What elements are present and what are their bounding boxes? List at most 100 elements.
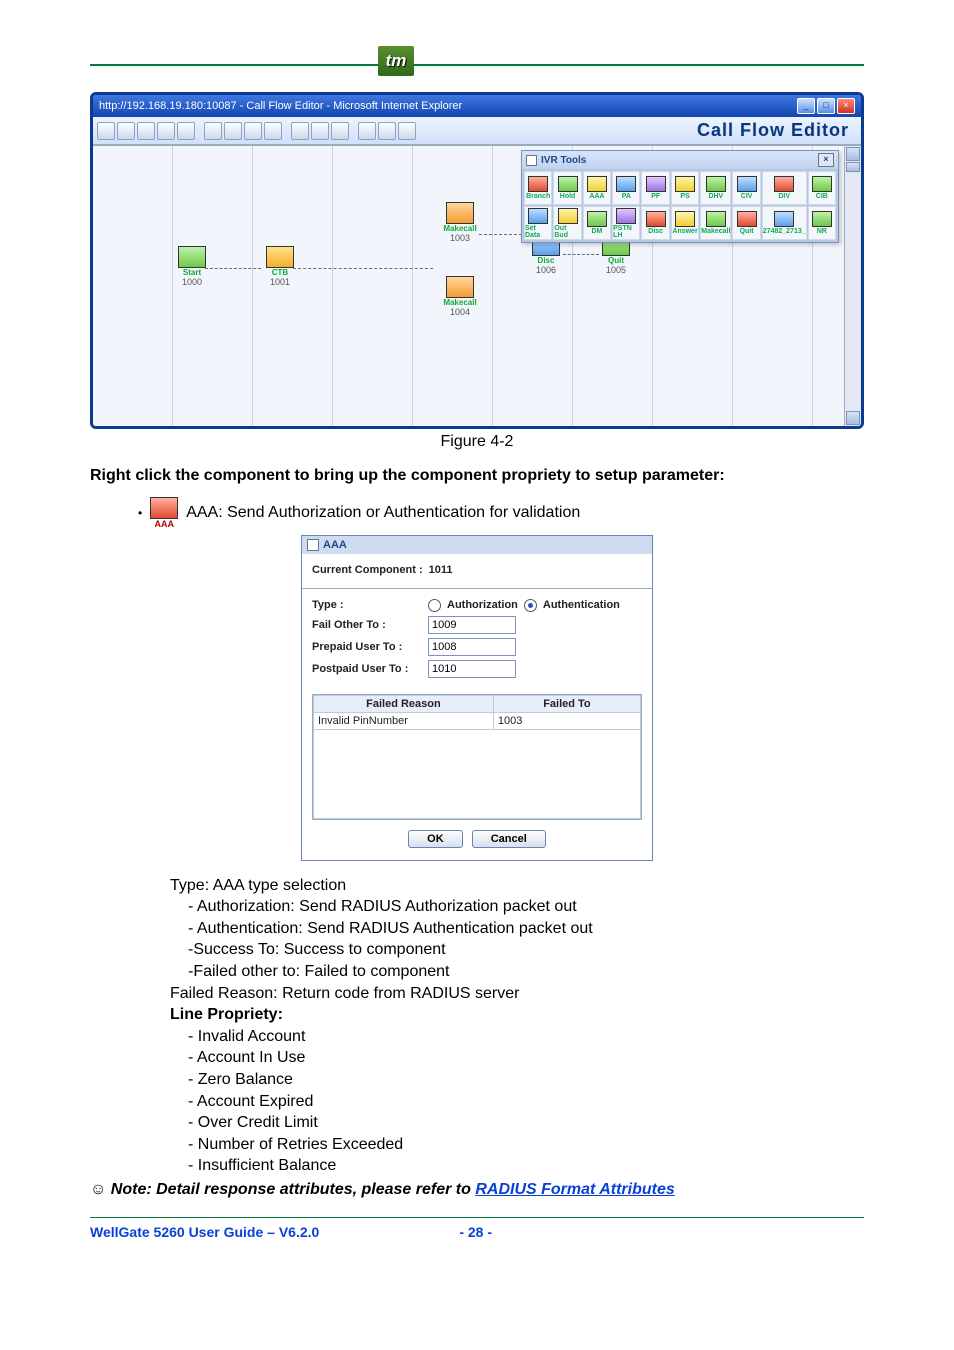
toolbar-build-icon[interactable] — [177, 122, 195, 140]
cancel-button[interactable]: Cancel — [472, 830, 546, 848]
palette-item-pstn-lh[interactable]: PSTN LH — [612, 206, 640, 240]
table-row[interactable]: Invalid PinNumber 1003 — [314, 712, 641, 729]
editor-app-title: Call Flow Editor — [697, 120, 857, 141]
header-rule — [90, 64, 864, 66]
toolbar-new-icon[interactable] — [97, 122, 115, 140]
node-makecall-2[interactable]: Makecall 1004 — [443, 276, 477, 317]
line-propriety-item: - Zero Balance — [188, 1069, 864, 1091]
current-component-label: Current Component : — [312, 564, 423, 576]
scrollbar-thumb[interactable] — [846, 162, 860, 172]
scrollbar-down-arrow-icon[interactable] — [846, 411, 860, 425]
node-label: CTB — [263, 268, 297, 277]
palette-item-set-data[interactable]: Set Data — [524, 206, 552, 240]
toolbar-edit-icon[interactable] — [157, 122, 175, 140]
prepaid-input[interactable] — [428, 638, 516, 656]
palette-item-nr[interactable]: NR — [808, 206, 836, 240]
window-max-button[interactable]: □ — [817, 98, 835, 114]
palette-item-label: Branch — [526, 193, 550, 200]
ivr-tools-palette[interactable]: IVR Tools × BranchHoldAAAPAPFPS DHV CIV DIV… — [521, 150, 839, 243]
palette-titlebar[interactable]: IVR Tools × — [522, 151, 838, 169]
toolbar-open-icon[interactable] — [117, 122, 135, 140]
cell-failed-to: 1003 — [493, 712, 640, 729]
palette-item-answer[interactable]: Answer — [671, 206, 699, 240]
node-id: 1001 — [263, 277, 297, 287]
palette-item-aaa[interactable]: AAA — [583, 171, 611, 205]
explain-reason: Failed Reason: Return code from RADIUS s… — [170, 983, 864, 1005]
toolbar-redo-icon[interactable] — [311, 122, 329, 140]
browser-title-text: http://192.168.19.180:10087 - Call Flow … — [99, 100, 462, 112]
dialog-sys-icon — [307, 539, 319, 551]
palette-item-icon — [528, 208, 548, 224]
palette-item-label: PSTN LH — [613, 225, 639, 239]
palette-item-branch[interactable]: Branch — [524, 171, 552, 205]
ctb-icon — [266, 246, 294, 268]
radio-authentication[interactable] — [524, 599, 537, 612]
palette-item-dhv[interactable]: DHV — [700, 171, 731, 205]
palette-item-dm[interactable]: DM — [583, 206, 611, 240]
fail-other-input[interactable] — [428, 616, 516, 634]
flow-wire — [563, 254, 599, 255]
palette-item-pa[interactable]: PA — [612, 171, 640, 205]
canvas-scrollbar[interactable] — [844, 146, 861, 426]
th-failed-reason: Failed Reason — [314, 695, 494, 712]
palette-item-makecall[interactable]: Makecall — [700, 206, 731, 240]
toolbar-save-icon[interactable] — [137, 122, 155, 140]
palette-item-icon — [737, 211, 757, 227]
radio-authorization[interactable] — [428, 599, 441, 612]
toolbar-find-icon[interactable] — [358, 122, 376, 140]
line-propriety-item: - Insufficient Balance — [188, 1155, 864, 1177]
palette-item-out-bud[interactable]: Out Bud — [553, 206, 581, 240]
toolbar-undo-icon[interactable] — [291, 122, 309, 140]
toolbar-zoom-icon[interactable] — [331, 122, 349, 140]
toolbar-run-icon[interactable] — [398, 122, 416, 140]
palette-item-label: 27482_2713_ — [763, 228, 806, 235]
footer-guide-title: WellGate 5260 User Guide – V6.2.0 — [90, 1224, 319, 1240]
palette-item-icon — [675, 176, 695, 192]
palette-close-button[interactable]: × — [818, 153, 834, 167]
palette-item-label: CIV — [741, 193, 753, 200]
node-id: 1000 — [175, 277, 209, 287]
node-makecall-1[interactable]: Makecall 1003 — [443, 202, 477, 243]
editor-canvas[interactable]: Start 1000 CTB 1001 Makecall 1003 Makeca… — [93, 145, 861, 426]
palette-item-pf[interactable]: PF — [641, 171, 669, 205]
palette-item-ps[interactable]: PS — [671, 171, 699, 205]
node-ctb[interactable]: CTB 1001 — [263, 246, 297, 287]
dialog-titlebar[interactable]: AAA — [302, 536, 652, 554]
palette-item-quit[interactable]: Quit — [732, 206, 760, 240]
toolbar-delete-icon[interactable] — [264, 122, 282, 140]
makecall-icon — [446, 202, 474, 224]
palette-item-icon — [774, 211, 794, 227]
toolbar-copy-icon[interactable] — [224, 122, 242, 140]
postpaid-input[interactable] — [428, 660, 516, 678]
palette-item-div[interactable]: DIV — [762, 171, 807, 205]
palette-item-icon — [558, 176, 578, 192]
toolbar-paste-icon[interactable] — [244, 122, 262, 140]
palette-item-hold[interactable]: Hold — [553, 171, 581, 205]
th-failed-to: Failed To — [493, 695, 640, 712]
postpaid-label: Postpaid User To : — [312, 663, 422, 675]
browser-window: http://192.168.19.180:10087 - Call Flow … — [90, 92, 864, 429]
palette-item-27482-2713-[interactable]: 27482_2713_ — [762, 206, 807, 240]
aaa-icon — [150, 497, 178, 519]
palette-item-cib[interactable]: CIB — [808, 171, 836, 205]
palette-item-icon — [558, 208, 578, 224]
bullet-dot-icon: • — [138, 506, 142, 520]
palette-item-icon — [587, 176, 607, 192]
node-start[interactable]: Start 1000 — [175, 246, 209, 287]
window-close-button[interactable]: × — [837, 98, 855, 114]
ok-button[interactable]: OK — [408, 830, 463, 848]
node-label: Quit — [599, 256, 633, 265]
flow-wire — [479, 234, 527, 235]
palette-item-label: Quit — [740, 228, 754, 235]
scrollbar-up-arrow-icon[interactable] — [846, 147, 860, 161]
toolbar-grid-icon[interactable] — [378, 122, 396, 140]
palette-item-civ[interactable]: CIV — [732, 171, 760, 205]
palette-item-disc[interactable]: Disc — [641, 206, 669, 240]
palette-item-label: DHV — [708, 193, 723, 200]
aaa-bullet-text: AAA: Send Authorization or Authenticatio… — [186, 504, 580, 522]
toolbar-cut-icon[interactable] — [204, 122, 222, 140]
window-min-button[interactable]: _ — [797, 98, 815, 114]
palette-item-label: NR — [817, 228, 827, 235]
radius-format-link[interactable]: RADIUS Format Attributes — [475, 1181, 674, 1198]
explain-authn: - Authentication: Send RADIUS Authentica… — [188, 918, 864, 940]
